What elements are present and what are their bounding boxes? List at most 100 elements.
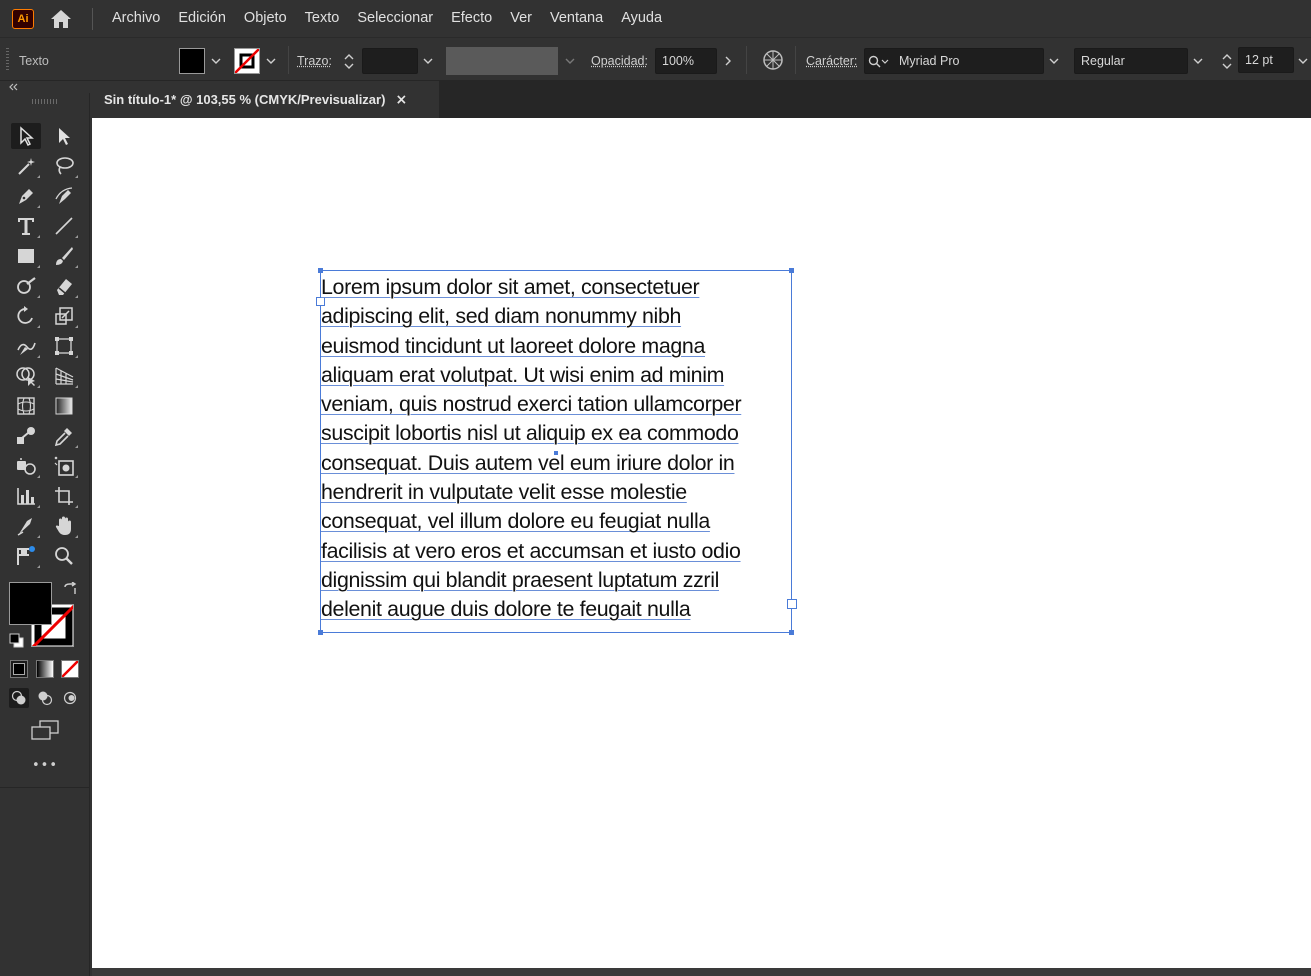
- tools-panel: •••: [0, 93, 90, 976]
- menu-efecto[interactable]: Efecto: [442, 0, 501, 37]
- stroke-label[interactable]: Trazo:: [297, 54, 332, 68]
- fill-swatch[interactable]: [179, 48, 205, 74]
- type-tool-icon[interactable]: [11, 213, 41, 239]
- default-fill-stroke-icon[interactable]: [9, 633, 25, 653]
- status-bar: [92, 968, 1311, 976]
- free-transform-tool-icon[interactable]: [49, 333, 79, 359]
- lasso-tool-icon[interactable]: [49, 153, 79, 179]
- tools-panel-grip[interactable]: [32, 99, 58, 104]
- menu-texto[interactable]: Texto: [296, 0, 349, 37]
- font-size-input[interactable]: 12 pt: [1238, 47, 1294, 73]
- toolbar-collapse-strip[interactable]: [0, 81, 92, 93]
- change-screen-mode-icon[interactable]: [30, 718, 60, 742]
- perspective-grid-tool-icon[interactable]: [49, 363, 79, 389]
- selection-tool-icon[interactable]: [11, 123, 41, 149]
- symbol-sprayer-tool-icon[interactable]: [11, 453, 41, 479]
- gradient-mode-button[interactable]: [36, 660, 54, 678]
- stroke-weight-dropdown-icon[interactable]: [418, 48, 438, 74]
- scale-tool-icon[interactable]: [49, 303, 79, 329]
- shape-builder-tool-icon[interactable]: [11, 363, 41, 389]
- rectangle-tool-icon[interactable]: [11, 243, 41, 269]
- area-text-frame[interactable]: Lorem ipsum dolor sit amet, consectetuer…: [316, 268, 797, 635]
- stroke-dropdown-icon[interactable]: [261, 48, 281, 74]
- fill-color-swatch-front[interactable]: [9, 582, 52, 625]
- none-mode-button[interactable]: [61, 660, 79, 678]
- menu-objeto[interactable]: Objeto: [235, 0, 296, 37]
- font-search-icon[interactable]: [868, 54, 890, 73]
- direct-selection-tool-icon[interactable]: [49, 123, 79, 149]
- text-line: adipiscing elit, sed diam nonummy nibh: [321, 304, 682, 329]
- text-content[interactable]: Lorem ipsum dolor sit amet, consectetuer…: [321, 273, 795, 625]
- document-tab-bar: Sin título-1* @ 103,55 % (CMYK/Previsual…: [92, 81, 1311, 118]
- stroke-swatch[interactable]: [234, 48, 260, 74]
- text-line: dignissim qui blandit praesent luptatum …: [321, 567, 720, 592]
- column-graph-tool-icon[interactable]: [11, 483, 41, 509]
- edit-toolbar-button[interactable]: •••: [0, 758, 90, 773]
- menu-ventana[interactable]: Ventana: [541, 0, 612, 37]
- text-line: veniam, quis nostrud exerci tation ullam…: [321, 392, 742, 417]
- document-tab[interactable]: Sin título-1* @ 103,55 % (CMYK/Previsual…: [92, 81, 439, 118]
- text-line: suscipit lobortis nisl ut aliquip ex ea …: [321, 421, 739, 446]
- opacity-label[interactable]: Opacidad:: [591, 54, 648, 68]
- menu-archivo[interactable]: Archivo: [103, 0, 169, 37]
- font-size-dropdown-icon[interactable]: [1294, 48, 1311, 74]
- gradient-tool-icon[interactable]: [49, 393, 79, 419]
- recolor-artwork-icon[interactable]: [762, 49, 784, 71]
- collapse-chevrons-icon[interactable]: [8, 83, 18, 91]
- blend-tool-icon[interactable]: [11, 423, 41, 449]
- home-icon[interactable]: [46, 4, 76, 34]
- control-bar-grip[interactable]: [6, 48, 9, 70]
- symbol-tool-icon[interactable]: [49, 453, 79, 479]
- warp-tool-icon[interactable]: [11, 333, 41, 359]
- draw-behind-icon[interactable]: [35, 688, 55, 708]
- fill-dropdown-icon[interactable]: [206, 48, 226, 74]
- swap-fill-stroke-icon[interactable]: [62, 581, 78, 600]
- text-line: consequat. Duis autem vel eum iriure dol…: [321, 450, 735, 475]
- curvature-tool-icon[interactable]: [49, 183, 79, 209]
- opacity-expand-icon[interactable]: [718, 48, 738, 74]
- mesh-tool-icon[interactable]: [11, 393, 41, 419]
- magic-wand-tool-icon[interactable]: [11, 153, 41, 179]
- artboard-canvas[interactable]: Lorem ipsum dolor sit amet, consectetuer…: [92, 118, 1311, 968]
- stroke-weight-input[interactable]: [362, 48, 418, 74]
- bounding-handle[interactable]: [318, 630, 323, 635]
- control-bar: Texto Trazo: Opacidad: 100% Carácter: My…: [0, 37, 1311, 81]
- font-style-dropdown-icon[interactable]: [1188, 48, 1208, 74]
- draw-inside-icon[interactable]: [60, 688, 80, 708]
- divider: [795, 46, 796, 74]
- draw-normal-icon[interactable]: [9, 688, 29, 708]
- text-line: euismod tincidunt ut laoreet dolore magn…: [321, 333, 705, 358]
- close-tab-icon[interactable]: ×: [395, 92, 407, 108]
- pen-tool-icon[interactable]: [11, 183, 41, 209]
- document-tab-title[interactable]: Sin título-1* @ 103,55 % (CMYK/Previsual…: [104, 92, 385, 107]
- eraser-tool-icon[interactable]: [49, 273, 79, 299]
- menu-edicion[interactable]: Edición: [169, 0, 235, 37]
- zoom-tool-icon[interactable]: [49, 543, 79, 569]
- bounding-handle[interactable]: [789, 630, 794, 635]
- stroke-weight-stepper[interactable]: [340, 47, 358, 75]
- font-family-dropdown-icon[interactable]: [1044, 48, 1064, 74]
- paintbrush-tool-icon[interactable]: [49, 243, 79, 269]
- font-style-input[interactable]: Regular: [1074, 48, 1188, 74]
- text-line: facilisis at vero eros et accumsan et iu…: [321, 538, 741, 563]
- color-mode-button[interactable]: [10, 660, 28, 678]
- profile-dropdown-icon[interactable]: [560, 48, 580, 74]
- eyedropper-tool-icon[interactable]: [49, 423, 79, 449]
- text-line: aliquam erat volutpat. Ut wisi enim ad m…: [321, 362, 725, 387]
- font-family-input[interactable]: Myriad Pro: [864, 48, 1044, 74]
- menu-seleccionar[interactable]: Seleccionar: [348, 0, 442, 37]
- menu-ayuda[interactable]: Ayuda: [612, 0, 671, 37]
- line-segment-tool-icon[interactable]: [49, 213, 79, 239]
- puppet-warp-tool-icon[interactable]: [11, 543, 41, 569]
- variable-width-profile[interactable]: [446, 47, 558, 75]
- character-label[interactable]: Carácter:: [806, 54, 857, 68]
- menu-ver[interactable]: Ver: [501, 0, 541, 37]
- text-line: delenit augue duis dolore te feugait nul…: [321, 597, 691, 622]
- shaper-tool-icon[interactable]: [11, 273, 41, 299]
- artboard-tool-icon[interactable]: [49, 483, 79, 509]
- font-size-stepper[interactable]: [1218, 47, 1236, 75]
- opacity-input[interactable]: 100%: [655, 48, 717, 74]
- rotate-tool-icon[interactable]: [11, 303, 41, 329]
- slice-tool-icon[interactable]: [11, 513, 41, 539]
- hand-tool-icon[interactable]: [49, 513, 79, 539]
